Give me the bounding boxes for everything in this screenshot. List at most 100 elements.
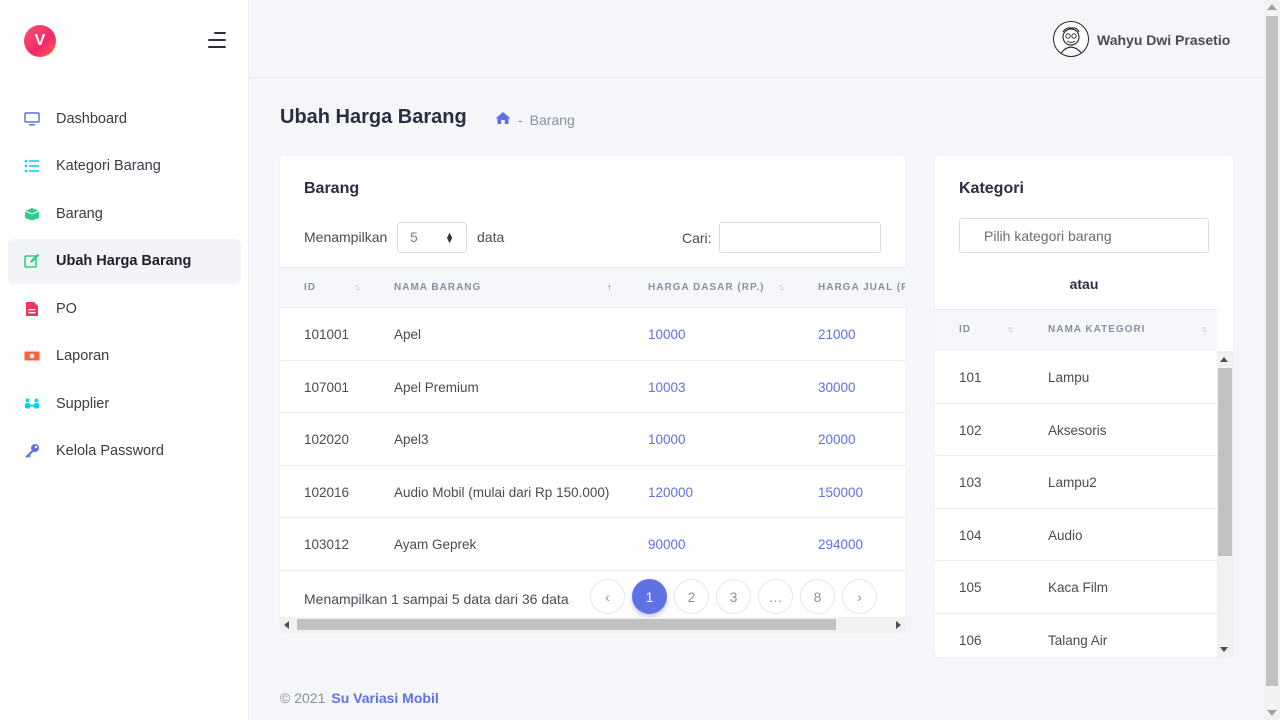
home-icon[interactable] [495, 111, 511, 128]
pagination-page-8[interactable]: 8 [800, 579, 835, 614]
pagination-page-1[interactable]: 1 [632, 579, 667, 614]
sort-asc-icon[interactable]: ↑ [607, 282, 611, 292]
sidebar-item-label: Kategori Barang [56, 158, 161, 174]
column-header-harga-dasar[interactable]: HARGA DASAR (RP.) [648, 282, 764, 293]
sidebar-nav: Dashboard Kategori Barang Barang Ubah Ha… [8, 96, 241, 476]
page-length-value: 5 [410, 229, 418, 245]
cell-nama: Lampu2 [1048, 475, 1097, 490]
cell-id: 101001 [304, 327, 350, 342]
page-scrollbar[interactable] [1264, 0, 1280, 720]
table-horizontal-scrollbar[interactable] [280, 617, 905, 632]
cell-nama: Apel [394, 327, 422, 342]
cell-harga-dasar[interactable]: 120000 [648, 485, 693, 500]
barang-card: Barang Menampilkan 5 ▲ ▼ data Cari: ID ↑↓… [280, 156, 905, 632]
table-row[interactable]: 105 Kaca Film [935, 561, 1217, 614]
sort-icon[interactable]: ↑↓ [1201, 324, 1208, 334]
column-header-nama-kategori[interactable]: NAMA KATEGORI [1048, 324, 1145, 335]
table-row[interactable]: 101 Lampu [935, 351, 1217, 404]
column-header-id[interactable]: ID [959, 324, 971, 335]
sidebar-item-label: PO [56, 300, 77, 317]
cell-harga-dasar[interactable]: 10000 [648, 432, 686, 447]
footer-brand-link[interactable]: Su Variasi Mobil [331, 690, 438, 706]
breadcrumb-separator: - [518, 111, 523, 128]
scroll-up-icon[interactable] [1220, 357, 1228, 362]
list-icon [24, 158, 40, 174]
horizontal-scrollbar-thumb[interactable] [297, 619, 836, 630]
or-label: atau [1069, 276, 1099, 292]
cell-harga-jual[interactable]: 294000 [818, 537, 863, 552]
sidebar-item-supplier[interactable]: Supplier [8, 381, 241, 426]
key-icon [24, 443, 40, 459]
table-row[interactable]: 101001 Apel 10000 21000 [280, 308, 905, 361]
sidebar-item-label: Supplier [56, 395, 110, 412]
avatar[interactable] [1053, 21, 1089, 57]
cell-harga-dasar[interactable]: 90000 [648, 537, 686, 552]
cell-nama: Lampu [1048, 370, 1090, 385]
kategori-vertical-scrollbar[interactable] [1217, 351, 1233, 657]
cell-harga-jual[interactable]: 20000 [818, 432, 856, 447]
page-title: Ubah Harga Barang [280, 106, 467, 128]
sidebar-item-kelola-password[interactable]: Kelola Password [8, 429, 241, 474]
sidebar-item-laporan[interactable]: Laporan [8, 334, 241, 379]
cell-harga-jual[interactable]: 30000 [818, 380, 856, 395]
table-row[interactable]: 102 Aksesoris [935, 404, 1217, 456]
column-header-id[interactable]: ID [304, 282, 316, 293]
scroll-left-icon[interactable] [284, 621, 289, 629]
vertical-scrollbar-thumb[interactable] [1218, 368, 1232, 556]
length-suffix: data [477, 229, 505, 245]
sidebar-item-label: Dashboard [56, 110, 127, 127]
page-scrollbar-thumb[interactable] [1266, 16, 1278, 686]
sort-icon[interactable]: ↑↓ [778, 282, 785, 292]
cell-harga-jual[interactable]: 21000 [818, 327, 856, 342]
sidebar-item-kategori-barang[interactable]: Kategori Barang [8, 144, 241, 189]
sidebar-item-dashboard[interactable]: Dashboard [8, 96, 241, 141]
sidebar: V Dashboard Kategori Barang Barang Ubah … [0, 0, 249, 720]
sidebar-item-barang[interactable]: Barang [8, 191, 241, 236]
page-length-select[interactable]: 5 ▲ ▼ [397, 222, 467, 253]
document-icon [24, 301, 40, 317]
table-row[interactable]: 103 Lampu2 [935, 456, 1217, 509]
breadcrumb: - Barang [495, 111, 575, 128]
cell-harga-dasar[interactable]: 10000 [648, 327, 686, 342]
cell-nama: Audio [1048, 527, 1083, 543]
scroll-up-icon[interactable] [1267, 4, 1277, 10]
kategori-card: Kategori Pilih kategori barang atau ID ↑… [935, 156, 1233, 657]
cell-id: 102 [959, 422, 982, 438]
pagination-page-2[interactable]: 2 [674, 579, 709, 614]
search-input[interactable] [719, 222, 881, 253]
table-row[interactable]: 102016 Audio Mobil (mulai dari Rp 150.00… [280, 466, 905, 518]
column-header-nama-barang[interactable]: NAMA BARANG [394, 282, 481, 293]
scroll-right-icon[interactable] [896, 621, 901, 629]
cell-nama: Talang Air [1048, 632, 1108, 648]
user-name[interactable]: Wahyu Dwi Prasetio [1097, 32, 1230, 48]
scroll-down-icon[interactable] [1267, 710, 1277, 716]
table-row[interactable]: 103012 Ayam Geprek 90000 294000 [280, 518, 905, 571]
column-header-harga-jual[interactable]: HARGA JUAL (R [818, 282, 905, 293]
barang-card-title: Barang [304, 180, 360, 197]
kategori-card-title: Kategori [959, 180, 1024, 197]
sort-asc-icon[interactable]: ↑↓ [1007, 324, 1014, 334]
pagination-next-button[interactable]: › [842, 579, 877, 614]
cell-harga-jual[interactable]: 150000 [818, 485, 863, 500]
cell-id: 103 [959, 475, 982, 490]
brand-logo[interactable]: V [24, 25, 56, 57]
table-row[interactable]: 106 Talang Air [935, 614, 1217, 658]
table-row[interactable]: 104 Audio [935, 509, 1217, 561]
cell-id: 103012 [304, 537, 350, 552]
sidebar-item-ubah-harga-barang[interactable]: Ubah Harga Barang [8, 238, 241, 284]
table-row[interactable]: 102020 Apel3 10000 20000 [280, 413, 905, 466]
topbar: Wahyu Dwi Prasetio [249, 0, 1264, 78]
sidebar-item-po[interactable]: PO [8, 286, 241, 331]
cell-id: 102020 [304, 432, 350, 447]
pagination-page-3[interactable]: 3 [716, 579, 751, 614]
sort-icon[interactable]: ↑↓ [354, 282, 361, 292]
cell-harga-dasar[interactable]: 10003 [648, 380, 686, 395]
table-row[interactable]: 107001 Apel Premium 10003 30000 [280, 361, 905, 413]
pagination-prev-button[interactable]: ‹ [590, 579, 625, 614]
cell-id: 102016 [304, 484, 350, 500]
cell-nama: Apel Premium [394, 379, 479, 395]
scroll-down-icon[interactable] [1220, 647, 1228, 652]
footer-copyright: © 2021 [280, 690, 326, 706]
kategori-select[interactable]: Pilih kategori barang [959, 218, 1209, 253]
sidebar-toggle-icon[interactable] [206, 32, 226, 48]
